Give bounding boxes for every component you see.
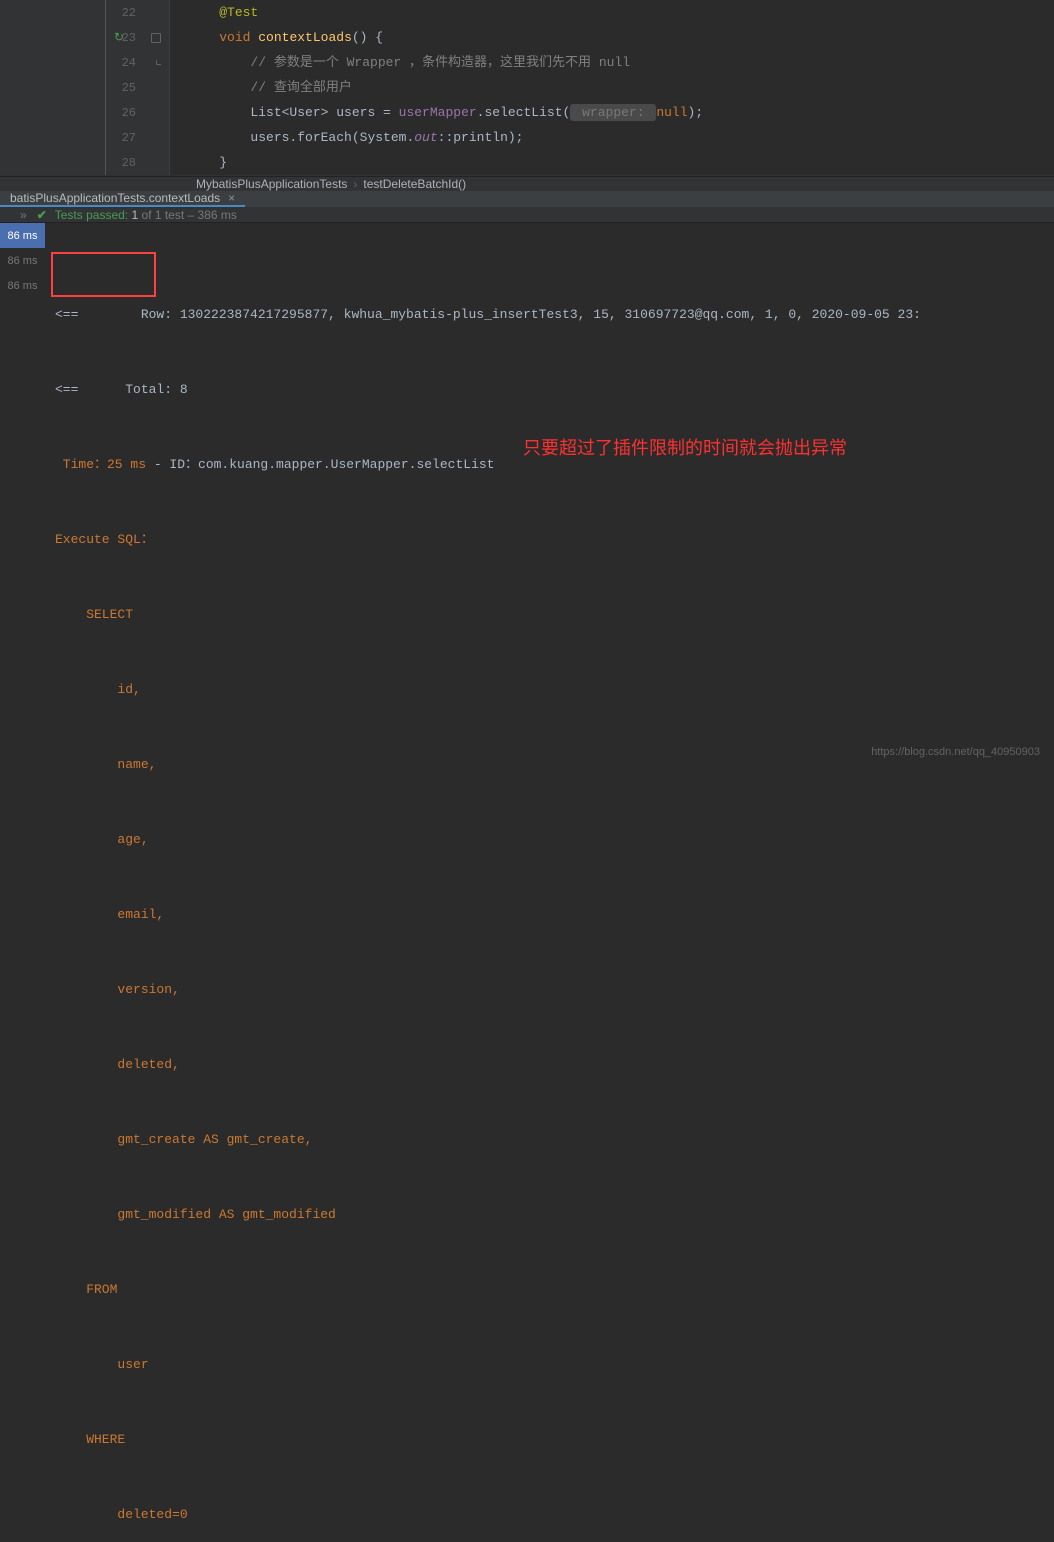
code-content[interactable]: @Test void contextLoads() { // 参数是一个 Wra… <box>170 0 1054 175</box>
syntax: ); <box>688 105 704 120</box>
tests-passed-label: Tests passed: <box>55 208 128 222</box>
tab-label: batisPlusApplicationTests.contextLoads <box>10 191 220 205</box>
console-line: SELECT <box>55 602 1044 627</box>
close-icon[interactable]: × <box>228 191 235 205</box>
console-line: email, <box>55 902 1044 927</box>
line-number: 22 <box>106 6 136 20</box>
method-ref: ::println); <box>438 130 524 145</box>
console-time: Time：25 ms <box>55 457 146 472</box>
annotation-chinese-text: 只要超过了插件限制的时间就会抛出异常 <box>523 436 847 461</box>
line-number: 24 <box>106 56 136 70</box>
code-text: List<User> users = <box>250 105 398 120</box>
method-name: contextLoads <box>258 30 352 45</box>
console-line: <== Total: 8 <box>55 377 1044 402</box>
console-line: deleted, <box>55 1052 1044 1077</box>
console-line: FROM <box>55 1277 1044 1302</box>
close-brace: } <box>219 155 227 170</box>
timing-column: 86 ms 86 ms 86 ms <box>0 223 45 1542</box>
identifier: userMapper <box>399 105 477 120</box>
method-call: selectList <box>484 105 562 120</box>
syntax: () { <box>352 30 383 45</box>
code-text: users.forEach(System. <box>250 130 414 145</box>
keyword-null: null <box>656 105 687 120</box>
console-line: user <box>55 1352 1044 1377</box>
checkmark-icon: ✔ <box>37 208 47 222</box>
timing-cell[interactable]: 86 ms <box>0 273 45 298</box>
code-comment: // 参数是一个 Wrapper ，条件构造器，这里我们先不用 null <box>250 55 630 70</box>
highlight-annotation <box>51 252 156 297</box>
console-line: gmt_create AS gmt_create, <box>55 1127 1044 1152</box>
tests-detail: of 1 test – 386 ms <box>142 208 237 222</box>
breadcrumb: MybatisPlusApplicationTests › testDelete… <box>0 176 1054 191</box>
timing-cell[interactable]: 86 ms <box>0 223 45 248</box>
console-output[interactable]: <== Row: 1302223874217295877, kwhua_myba… <box>45 223 1054 1542</box>
line-number: 28 <box>106 156 136 170</box>
line-number: 27 <box>106 131 136 145</box>
line-number: 25 <box>106 81 136 95</box>
tests-count: 1 <box>131 208 138 222</box>
parameter-hint: wrapper: <box>570 104 656 121</box>
fold-toggle-icon[interactable] <box>156 60 161 65</box>
timing-cell[interactable]: 86 ms <box>0 248 45 273</box>
console-id: - ID：com.kuang.mapper.UserMapper.selectL… <box>146 457 494 472</box>
fold-toggle-icon[interactable] <box>151 33 161 43</box>
console-line: Execute SQL： <box>55 527 1044 552</box>
code-editor[interactable]: 22 ↻ 23 24 25 26 27 28 @Test void contex… <box>0 0 1054 176</box>
console-line: deleted=0 <box>55 1502 1044 1527</box>
breadcrumb-method[interactable]: testDeleteBatchId() <box>357 177 472 191</box>
console-line: WHERE <box>55 1427 1044 1452</box>
test-status-bar: » ✔ Tests passed: 1 of 1 test – 386 ms <box>0 208 1054 223</box>
rerun-icon[interactable]: ↻ <box>114 30 124 45</box>
keyword-void: void <box>219 30 250 45</box>
line-number: 26 <box>106 106 136 120</box>
tab-test-run[interactable]: batisPlusApplicationTests.contextLoads × <box>0 191 245 207</box>
console-line: version, <box>55 977 1044 1002</box>
editor-gutter: 22 ↻ 23 24 25 26 27 28 <box>0 0 170 175</box>
breadcrumb-class[interactable]: MybatisPlusApplicationTests <box>190 177 353 191</box>
code-comment: // 查询全部用户 <box>250 80 351 95</box>
static-field: out <box>414 130 437 145</box>
annotation: @Test <box>219 5 258 20</box>
console-line: gmt_modified AS gmt_modified <box>55 1202 1044 1227</box>
watermark: https://blog.csdn.net/qq_40950903 <box>871 746 1040 758</box>
console-line: id, <box>55 677 1044 702</box>
console-line: age, <box>55 827 1044 852</box>
expand-icon[interactable]: » <box>20 208 27 222</box>
console-line: <== Row: 1302223874217295877, kwhua_myba… <box>55 302 1044 327</box>
run-tab-bar: batisPlusApplicationTests.contextLoads × <box>0 191 1054 208</box>
output-panel: 86 ms 86 ms 86 ms <== Row: 1302223874217… <box>0 223 1054 1542</box>
